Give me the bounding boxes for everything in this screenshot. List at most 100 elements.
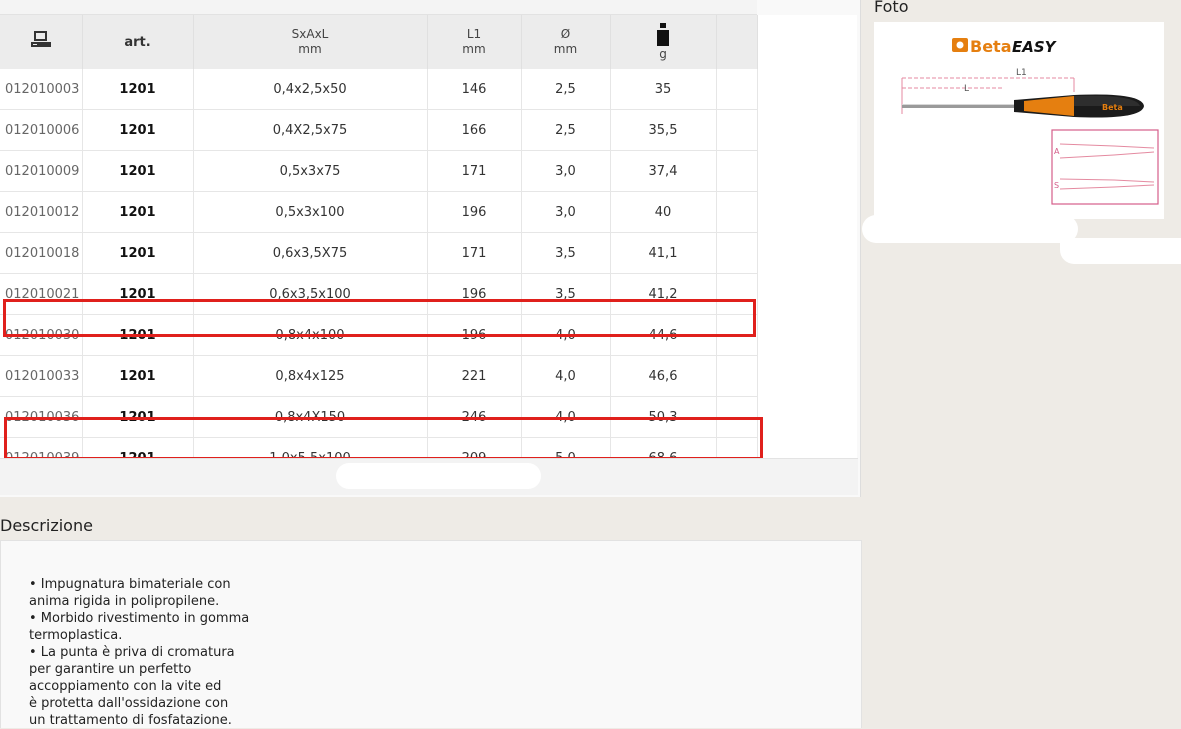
- l1-cell: 196: [427, 314, 522, 356]
- size-cell: 0,5x3x100: [193, 191, 428, 233]
- extra-cell: [716, 396, 758, 438]
- diameter-cell: 4,0: [521, 314, 611, 356]
- brand-suffix: EASY: [1012, 38, 1058, 56]
- photo-overlay-shape: [862, 215, 1078, 243]
- article-cell: 1201: [82, 273, 194, 315]
- weight-cell: 41,1: [610, 232, 717, 274]
- dim-a-label: A: [1054, 147, 1060, 156]
- size-cell: 0,4x2,5x50: [193, 69, 428, 110]
- description-line: termoplastica.: [29, 628, 123, 643]
- l1-cell: 146: [427, 69, 522, 110]
- extra-cell: [716, 314, 758, 356]
- table-header-row: art. SxAxL mm L1 mm Ømm g: [0, 15, 758, 69]
- product-code-cell[interactable]: 012010006: [0, 109, 83, 151]
- dim-l1-label: L1: [1016, 68, 1027, 78]
- photo-panel[interactable]: Beta EASY L1 L Beta A S: [874, 22, 1164, 219]
- description-line: per garantire un perfetto: [29, 662, 192, 677]
- extra-cell: [716, 232, 758, 274]
- l1-cell: 171: [427, 232, 522, 274]
- screwdriver-illustration: Beta: [902, 94, 1144, 118]
- table-row[interactable]: 012010033 1201 0,8x4x125 221 4,0 46,6: [0, 355, 758, 397]
- size-cell: 0,6x3,5x100: [193, 273, 428, 315]
- code-header: [0, 15, 83, 69]
- table-row[interactable]: 012010018 1201 0,6x3,5X75 171 3,5 41,1: [0, 232, 758, 274]
- description-title: Descrizione: [0, 516, 93, 535]
- extra-cell: [716, 355, 758, 397]
- photo-overlay-shape-2: [1060, 238, 1181, 264]
- l1-header-label: L1: [466, 27, 482, 41]
- product-code-cell[interactable]: 012010021: [0, 273, 83, 315]
- l1-cell: 221: [427, 355, 522, 397]
- size-cell: 0,8x4X150: [193, 396, 428, 438]
- handle-label: Beta: [1102, 103, 1123, 112]
- size-cell: 0,8x4x125: [193, 355, 428, 397]
- sxaxl-header: SxAxL mm: [193, 15, 428, 69]
- diameter-cell: 4,0: [521, 396, 611, 438]
- product-code-cell[interactable]: 012010012: [0, 191, 83, 233]
- table-row[interactable]: 012010036 1201 0,8x4X150 246 4,0 50,3: [0, 396, 758, 438]
- table-row[interactable]: 012010009 1201 0,5x3x75 171 3,0 37,4: [0, 150, 758, 192]
- product-code-cell[interactable]: 012010036: [0, 396, 83, 438]
- table-row[interactable]: 012010021 1201 0,6x3,5x100 196 3,5 41,2: [0, 273, 758, 315]
- article-cell: 1201: [82, 191, 194, 233]
- description-line: • La punta è priva di cromatura: [29, 645, 235, 660]
- product-code-cell[interactable]: 012010018: [0, 232, 83, 274]
- article-cell: 1201: [82, 150, 194, 192]
- l1-cell: 166: [427, 109, 522, 151]
- weight-cell: 37,4: [610, 150, 717, 192]
- diameter-header-unit: mm: [553, 42, 578, 56]
- size-cell: 0,6x3,5X75: [193, 232, 428, 274]
- weight-cell: 40: [610, 191, 717, 233]
- table-top-strip: [0, 0, 757, 15]
- diameter-cell: 3,0: [521, 150, 611, 192]
- extra-cell: [716, 273, 758, 315]
- diameter-cell: 3,5: [521, 232, 611, 274]
- description-line: • Impugnatura bimateriale con: [29, 577, 231, 592]
- weight-header-unit: g: [659, 46, 667, 61]
- weight-cell: 50,3: [610, 396, 717, 438]
- product-image[interactable]: Beta EASY L1 L Beta A S: [874, 22, 1164, 219]
- weight-cell: 41,2: [610, 273, 717, 315]
- brand-logo: Beta EASY: [952, 37, 1058, 56]
- l1-cell: 171: [427, 150, 522, 192]
- description-line: un trattamento di fosfatazione.: [29, 713, 232, 728]
- tip-detail: A S: [1051, 129, 1159, 205]
- article-cell: 1201: [82, 396, 194, 438]
- weight-cell: 46,6: [610, 355, 717, 397]
- table-row[interactable]: 012010030 1201 0,8x4x100 196 4,0 44,6: [0, 314, 758, 356]
- l1-cell: 196: [427, 273, 522, 315]
- product-code-cell[interactable]: 012010009: [0, 150, 83, 192]
- photo-title: Foto: [874, 0, 909, 16]
- extra-header: [716, 15, 758, 69]
- weight-cell: 35: [610, 69, 717, 110]
- product-table: art. SxAxL mm L1 mm Ømm g 012010003 1201 0,4…: [0, 15, 758, 479]
- diameter-header: Ømm: [521, 15, 611, 69]
- article-cell: 1201: [82, 232, 194, 274]
- table-row[interactable]: 012010012 1201 0,5x3x100 196 3,0 40: [0, 191, 758, 233]
- extra-cell: [716, 191, 758, 233]
- product-code-cell[interactable]: 012010033: [0, 355, 83, 397]
- product-code-cell[interactable]: 012010030: [0, 314, 83, 356]
- table-row[interactable]: 012010003 1201 0,4x2,5x50 146 2,5 35: [0, 69, 758, 110]
- sxaxl-header-label: SxAxL: [291, 27, 329, 41]
- diameter-cell: 3,0: [521, 191, 611, 233]
- table-scroll-thumb[interactable]: [336, 463, 541, 489]
- product-code-cell[interactable]: 012010003: [0, 69, 83, 110]
- l1-cell: 196: [427, 191, 522, 233]
- diameter-cell: 4,0: [521, 355, 611, 397]
- brand-name: Beta: [970, 37, 1012, 56]
- weight-cell: 44,6: [610, 314, 717, 356]
- art-header-label: art.: [124, 34, 151, 50]
- article-cell: 1201: [82, 69, 194, 110]
- table-right-area: [757, 15, 857, 458]
- article-cell: 1201: [82, 355, 194, 397]
- table-row[interactable]: 012010006 1201 0,4X2,5x75 166 2,5 35,5: [0, 109, 758, 151]
- size-cell: 0,8x4x100: [193, 314, 428, 356]
- extra-cell: [716, 69, 758, 110]
- computer-icon: [30, 31, 51, 47]
- sxaxl-header-unit: mm: [298, 42, 322, 56]
- extra-cell: [716, 109, 758, 151]
- art-header: art.: [82, 15, 194, 69]
- article-cell: 1201: [82, 109, 194, 151]
- size-cell: 0,4X2,5x75: [193, 109, 428, 151]
